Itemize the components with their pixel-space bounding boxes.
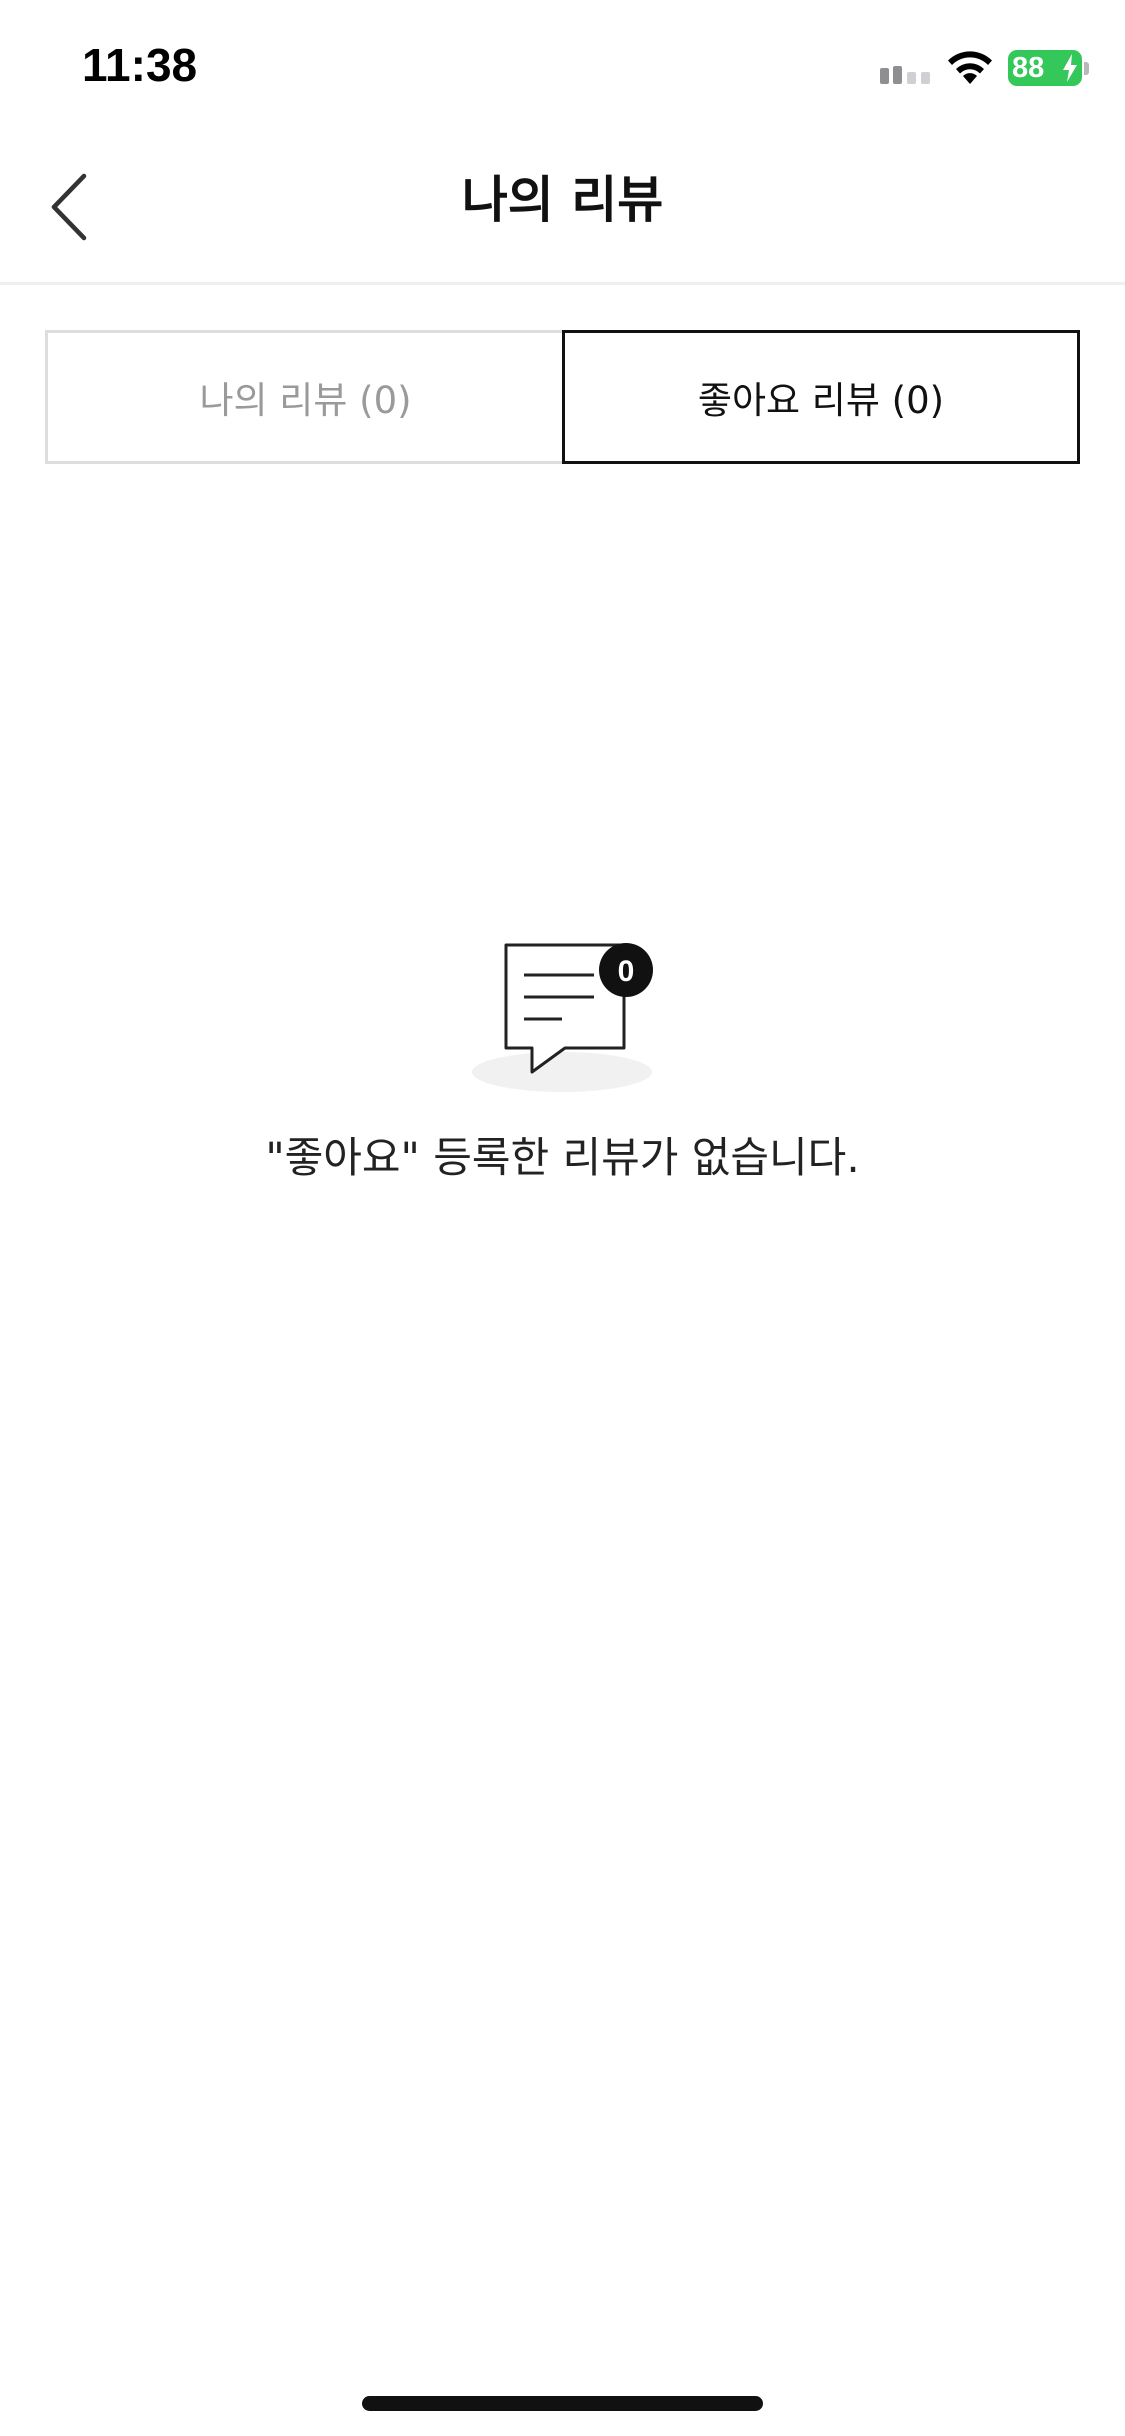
status-time: 11:38 xyxy=(82,39,198,91)
speech-bubble-icon: 0 xyxy=(472,943,653,1092)
review-tabs: 나의 리뷰 (0) 좋아요 리뷰 (0) xyxy=(45,330,1080,464)
empty-message: "좋아요" 등록한 리뷰가 없습니다. xyxy=(265,1133,860,1182)
home-indicator[interactable] xyxy=(362,2396,763,2411)
battery-cap xyxy=(1084,62,1089,75)
tab-my-reviews[interactable]: 나의 리뷰 (0) xyxy=(45,330,563,464)
badge-count: 0 xyxy=(618,955,635,988)
battery-level: 88 xyxy=(1012,52,1045,84)
tab-liked-reviews[interactable]: 좋아요 리뷰 (0) xyxy=(562,330,1080,464)
page-title: 나의 리뷰 xyxy=(461,171,664,229)
wifi-icon xyxy=(948,51,992,84)
battery-charging-icon: 88 xyxy=(1008,50,1082,86)
my-reviews-screen: 11:38 88 나의 리뷰 나의 리뷰 (0) 좋아요 리뷰 (0) 0 "좋… xyxy=(0,0,1125,2436)
signal-icon xyxy=(880,66,930,84)
bolt-icon xyxy=(1063,54,1077,82)
status-bar: 11:38 88 xyxy=(0,0,1125,132)
nav-header: 나의 리뷰 xyxy=(0,132,1125,285)
empty-state: 0 "좋아요" 등록한 리뷰가 없습니다. xyxy=(0,930,1125,1210)
